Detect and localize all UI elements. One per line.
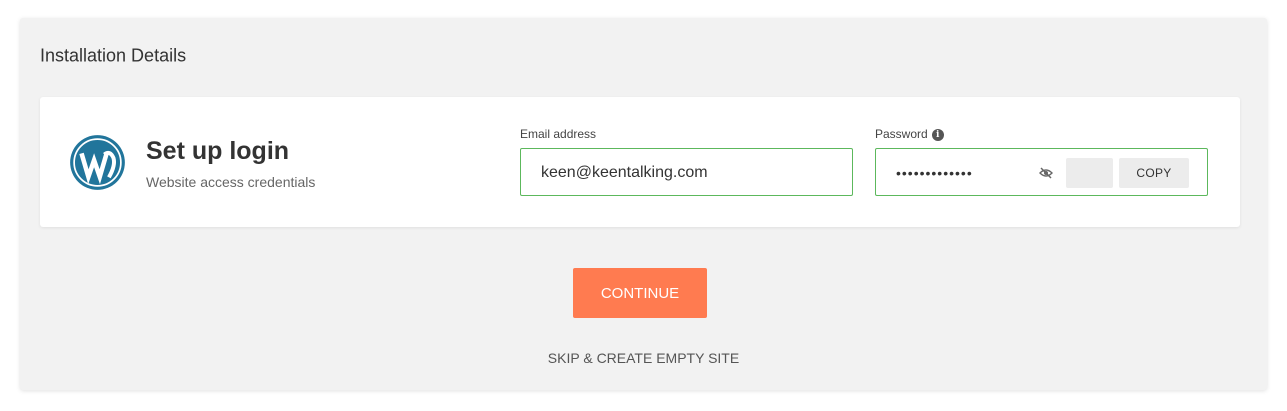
email-field[interactable]	[541, 161, 831, 185]
generate-password-button[interactable]	[1066, 158, 1113, 188]
copy-password-button[interactable]: COPY	[1119, 158, 1189, 188]
continue-button[interactable]: CONTINUE	[573, 268, 707, 318]
login-setup-card: Set up login Website access credentials …	[40, 97, 1240, 227]
card-title: Set up login	[146, 137, 290, 165]
password-label: Password	[875, 127, 928, 141]
card-subtitle: Website access credentials	[146, 174, 316, 190]
wordpress-icon	[70, 135, 125, 190]
password-field-box: COPY	[875, 148, 1208, 196]
panel-title: Installation Details	[40, 45, 187, 66]
installation-details-panel: Installation Details Set up login Websit…	[20, 18, 1267, 390]
email-field-box	[520, 148, 853, 196]
eye-slash-icon[interactable]	[1038, 165, 1054, 181]
email-label: Email address	[520, 127, 597, 141]
password-field[interactable]	[896, 161, 1016, 185]
skip-create-empty-site-link[interactable]: SKIP & CREATE EMPTY SITE	[20, 350, 1267, 366]
password-label-row: Password i	[875, 127, 944, 141]
info-icon[interactable]: i	[931, 128, 944, 141]
